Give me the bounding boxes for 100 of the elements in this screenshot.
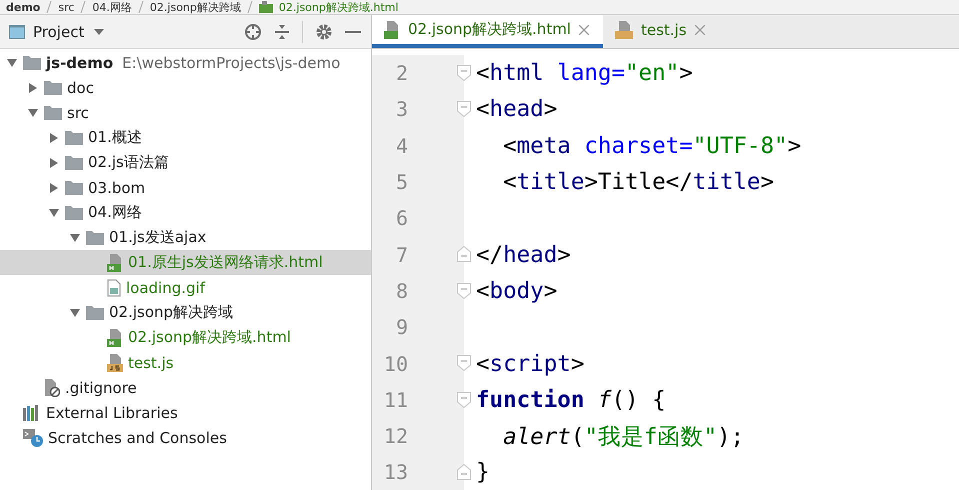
- breadcrumb-item[interactable]: demo: [6, 0, 40, 14]
- collapse-all-icon[interactable]: [274, 24, 290, 40]
- js-file-icon: [614, 20, 633, 38]
- breadcrumb-item[interactable]: 02.jsonp解决跨域.html: [278, 0, 398, 14]
- code-line: <meta charset="UTF-8">: [502, 132, 802, 159]
- tree-row[interactable]: doc: [0, 75, 371, 100]
- expand-arrow-icon[interactable]: [49, 132, 59, 142]
- fold-marker-icon[interactable]: [457, 464, 471, 480]
- tree-item-label: 02.jsonp解决跨域: [109, 303, 234, 322]
- close-icon[interactable]: [578, 24, 589, 34]
- tree-row[interactable]: 03.bom: [0, 175, 371, 200]
- tree-item-label: src: [67, 104, 89, 122]
- expand-arrow-icon[interactable]: [28, 82, 38, 92]
- code-line: <html lang="en">: [476, 60, 693, 86]
- collapse-arrow-icon[interactable]: [28, 108, 38, 118]
- tree-row[interactable]: js-demo E:\webstormProjects\js-demo: [0, 50, 371, 75]
- code-line: <script>: [476, 350, 584, 377]
- tree-item-label: Scratches and Consoles: [48, 428, 227, 446]
- tree-item-label: .gitignore: [65, 378, 137, 396]
- breadcrumb-item[interactable]: 02.jsonp解决跨域: [150, 0, 241, 14]
- tree-item-label: js-demo: [46, 54, 114, 72]
- collapse-arrow-icon[interactable]: [7, 58, 17, 68]
- folder-icon: [65, 155, 83, 170]
- html-file-icon: [258, 1, 273, 13]
- tree-item-label: 01.概述: [88, 128, 142, 147]
- fold-marker-icon[interactable]: [457, 282, 471, 299]
- separator-icon: [80, 1, 86, 13]
- fold-marker-icon[interactable]: [457, 246, 471, 262]
- close-icon[interactable]: [694, 24, 705, 34]
- tree-row[interactable]: 01.概述: [0, 125, 371, 150]
- separator-icon: [246, 1, 253, 13]
- project-path: E:\webstormProjects\js-demo: [122, 54, 340, 72]
- code-line: alert("我是f函数");: [502, 422, 744, 452]
- tree-item-label: 03.bom: [88, 178, 146, 196]
- collapse-arrow-icon[interactable]: [70, 232, 80, 242]
- fold-marker-icon[interactable]: [457, 355, 471, 372]
- folder-icon: [86, 305, 104, 320]
- code-line: <body>: [476, 278, 558, 304]
- tree-row[interactable]: 02.jsonp解决跨域: [0, 300, 371, 325]
- tree-item-label: 01.js发送ajax: [109, 228, 206, 247]
- line-number: 2: [394, 61, 408, 86]
- editor-tab[interactable]: 02.jsonp解决跨域.html: [372, 15, 603, 48]
- tab-label: 02.jsonp解决跨域.html: [408, 20, 571, 39]
- html-file-icon: [107, 254, 123, 272]
- tree-row[interactable]: 02.js语法篇: [0, 150, 371, 175]
- tree-row[interactable]: 04.网络: [0, 200, 371, 225]
- folder-icon: [65, 130, 83, 145]
- breadcrumb-item[interactable]: src: [58, 0, 74, 14]
- expand-arrow-icon[interactable]: [49, 158, 59, 168]
- tree-row[interactable]: src: [0, 100, 371, 125]
- folder-icon: [23, 55, 41, 70]
- line-number: 3: [394, 97, 408, 122]
- tree-row[interactable]: Scratches and Consoles: [0, 425, 371, 450]
- code-line: </head>: [476, 242, 571, 268]
- tree-item-label: loading.gif: [126, 278, 205, 296]
- line-number: 10: [382, 352, 408, 376]
- code-line: <title>Title</title>: [502, 169, 774, 196]
- tree-item-label: test.js: [128, 354, 174, 372]
- tree-row[interactable]: 01.js发送ajax: [0, 225, 371, 250]
- fold-marker-icon[interactable]: [457, 65, 471, 81]
- tree-item-label: doc: [67, 78, 94, 96]
- line-number: 12: [382, 424, 408, 448]
- dropdown-icon[interactable]: [94, 28, 104, 34]
- line-number: 5: [394, 170, 408, 194]
- fold-marker-icon[interactable]: [457, 392, 471, 408]
- ignored-file-icon: [44, 378, 60, 396]
- folder-icon: [44, 80, 62, 95]
- tree-item-label: 04.网络: [88, 203, 142, 222]
- separator-icon: [138, 1, 144, 13]
- tree-row[interactable]: 02.jsonp解决跨域.html: [0, 325, 371, 350]
- breadcrumb-item[interactable]: 04.网络: [92, 0, 132, 14]
- code-line: function f() {: [476, 386, 666, 413]
- libraries-icon: [23, 404, 41, 420]
- tree-row[interactable]: test.js: [0, 350, 371, 375]
- line-number: 7: [394, 242, 408, 267]
- editor-tab[interactable]: test.js: [602, 15, 719, 48]
- tree-row[interactable]: 01.原生js发送网络请求.html: [0, 250, 371, 275]
- tree-row[interactable]: External Libraries: [0, 400, 371, 425]
- line-number: 4: [394, 134, 408, 158]
- line-number: 8: [394, 278, 408, 303]
- tree-item-label: 02.jsonp解决跨域.html: [128, 328, 291, 347]
- tree-row[interactable]: loading.gif: [0, 275, 371, 300]
- expand-arrow-icon[interactable]: [49, 182, 59, 192]
- settings-icon[interactable]: [315, 22, 333, 40]
- panel-title[interactable]: Project: [33, 22, 84, 40]
- folder-icon: [44, 105, 62, 120]
- fold-marker-icon[interactable]: [457, 101, 471, 118]
- window-icon: [9, 24, 25, 38]
- html-file-icon: [384, 20, 400, 38]
- folder-icon: [65, 180, 83, 195]
- tab-label: test.js: [640, 20, 687, 38]
- tree-row[interactable]: .gitignore: [0, 375, 371, 400]
- collapse-arrow-icon[interactable]: [49, 208, 59, 218]
- image-file-icon: [107, 278, 121, 296]
- js-file-icon: [107, 354, 123, 372]
- line-number: 13: [382, 460, 408, 484]
- code-line: }: [476, 459, 490, 486]
- collapse-arrow-icon[interactable]: [70, 308, 80, 318]
- locate-icon[interactable]: [244, 22, 262, 40]
- minimize-icon[interactable]: [345, 30, 361, 34]
